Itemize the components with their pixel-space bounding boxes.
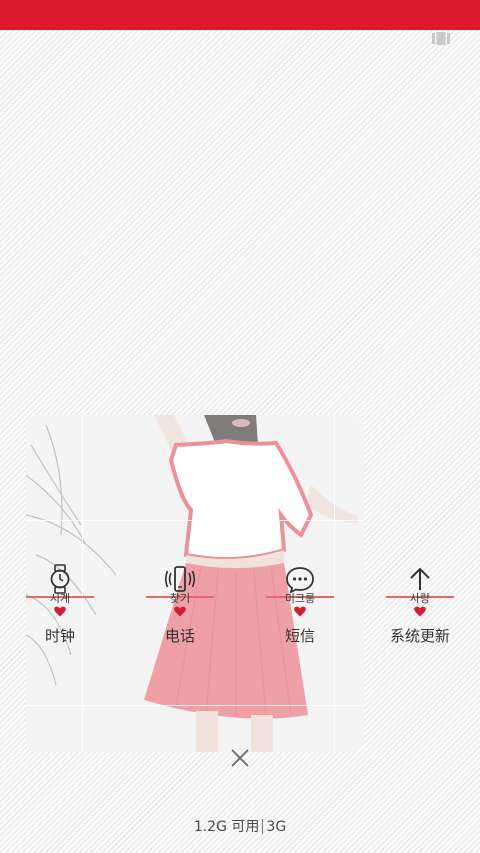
heart-icon bbox=[174, 606, 186, 617]
heart-icon bbox=[414, 606, 426, 617]
app-item-phone[interactable]: 찾기 电话 bbox=[130, 560, 230, 670]
recent-app-shortcuts: 시계 时钟 찾기 电话 미크롱 短信 사랑 系统更新 bbox=[0, 560, 480, 670]
app-label: 短信 bbox=[284, 627, 315, 645]
app-item-clock[interactable]: 시계 时钟 bbox=[10, 560, 110, 670]
app-korean-caption: 시계 bbox=[49, 592, 71, 605]
card-grid-line bbox=[26, 520, 364, 521]
heart-icon bbox=[294, 606, 306, 617]
memory-status: 1.2G 可用 3G bbox=[0, 816, 480, 836]
app-label: 系统更新 bbox=[389, 627, 450, 645]
arrow-up-icon bbox=[410, 567, 430, 590]
app-korean-caption: 미크롱 bbox=[284, 592, 316, 605]
app-label: 时钟 bbox=[44, 627, 75, 645]
close-icon[interactable] bbox=[228, 746, 252, 770]
heart-icon bbox=[54, 606, 66, 617]
recent-apps-icon[interactable] bbox=[432, 32, 450, 45]
app-korean-caption: 사랑 bbox=[409, 592, 431, 605]
status-bar bbox=[0, 0, 480, 30]
app-item-messages[interactable]: 미크롱 短信 bbox=[250, 560, 350, 670]
app-label: 电话 bbox=[164, 627, 195, 645]
network-type: 3G bbox=[266, 819, 287, 835]
memory-separator bbox=[262, 819, 264, 834]
card-grid-line bbox=[26, 705, 364, 706]
chat-bubble-icon bbox=[286, 567, 314, 594]
app-item-system-update[interactable]: 사랑 系统更新 bbox=[370, 560, 470, 670]
watch-icon bbox=[50, 564, 70, 594]
phone-ringing-icon bbox=[165, 566, 195, 592]
memory-available: 1.2G 可用 bbox=[193, 819, 260, 835]
app-korean-caption: 찾기 bbox=[169, 592, 191, 605]
